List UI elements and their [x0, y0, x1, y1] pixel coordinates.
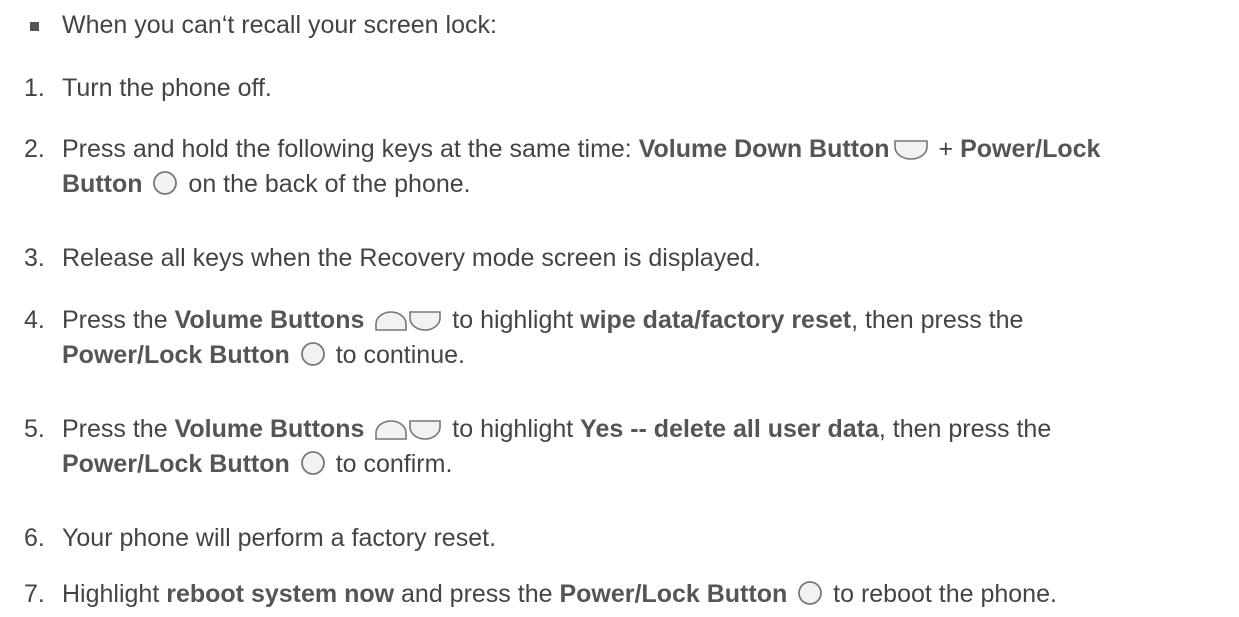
power-lock-key-icon: [300, 450, 326, 476]
delete-all-user-data-option: Yes -- delete all user data: [580, 415, 879, 443]
power-lock-key-icon: [300, 341, 326, 367]
step-number: 5.: [24, 415, 45, 443]
step-text: Press the Volume Buttons to highlight wi…: [62, 303, 1232, 373]
volume-down-key-icon: [408, 310, 442, 332]
step-text: Your phone will perform a factory reset.: [62, 521, 1232, 556]
power-lock-button-label: Power/Lock Button: [62, 341, 290, 369]
step-number: 2.: [24, 135, 45, 163]
power-lock-key-icon: [152, 170, 178, 196]
power-lock-button-label: Power/Lock Button: [62, 450, 290, 478]
step-number: 3.: [24, 244, 45, 272]
wipe-data-option: wipe data/factory reset: [580, 306, 852, 334]
step-text-part: Press the: [62, 415, 175, 443]
step-text-part: , then press the: [878, 415, 1052, 443]
step-text-part: to highlight: [445, 415, 581, 443]
step-number: 1.: [24, 74, 45, 102]
step-text-part: to confirm.: [328, 450, 453, 478]
step-text-part: to highlight: [445, 306, 581, 334]
step-text-part: to reboot the phone.: [826, 580, 1057, 608]
step-text-part: on the back of the phone.: [181, 170, 471, 198]
step-text-part: +: [931, 135, 961, 163]
intro-text: When you can‘t recall your screen lock:: [62, 11, 497, 39]
step-text: Turn the phone off.: [62, 71, 1232, 106]
volume-down-key-icon: [893, 139, 929, 161]
square-bullet-icon: [30, 22, 39, 31]
volume-up-key-icon: [374, 419, 408, 441]
step-text-part: Press the: [62, 306, 175, 334]
step-text-part: Press and hold the following keys at the…: [62, 135, 639, 163]
volume-buttons-label: Volume Buttons: [174, 415, 365, 443]
reboot-system-now-option: reboot system now: [166, 580, 395, 608]
step-text-part: , then press the: [851, 306, 1024, 334]
volume-buttons-label: Volume Buttons: [174, 306, 365, 334]
power-lock-button-label: Power/Lock Button: [559, 580, 788, 608]
step-text-part: Turn the phone off.: [62, 74, 272, 102]
volume-down-key-icon: [408, 419, 442, 441]
power-lock-button-label-cont: Button: [62, 170, 143, 198]
step-text: Release all keys when the Recovery mode …: [62, 241, 1232, 276]
step-number: 4.: [24, 306, 45, 334]
step-text-part: to continue.: [328, 341, 465, 369]
step-text-part: and press the: [394, 580, 560, 608]
power-lock-button-label: Power/Lock: [960, 135, 1101, 163]
step-number: 6.: [24, 524, 45, 552]
step-number: 7.: [24, 580, 45, 608]
step-text-part: Release all keys when the Recovery mode …: [62, 244, 761, 272]
volume-up-key-icon: [374, 310, 408, 332]
step-text: Press the Volume Buttons to highlight Ye…: [62, 412, 1232, 482]
step-text: Press and hold the following keys at the…: [62, 132, 1232, 202]
step-text: Highlight reboot system now and press th…: [62, 577, 1232, 612]
volume-down-button-label: Volume Down Button: [638, 135, 890, 163]
step-text-part: Your phone will perform a factory reset.: [62, 524, 497, 552]
power-lock-key-icon: [797, 580, 823, 606]
step-text-part: Highlight: [62, 580, 167, 608]
